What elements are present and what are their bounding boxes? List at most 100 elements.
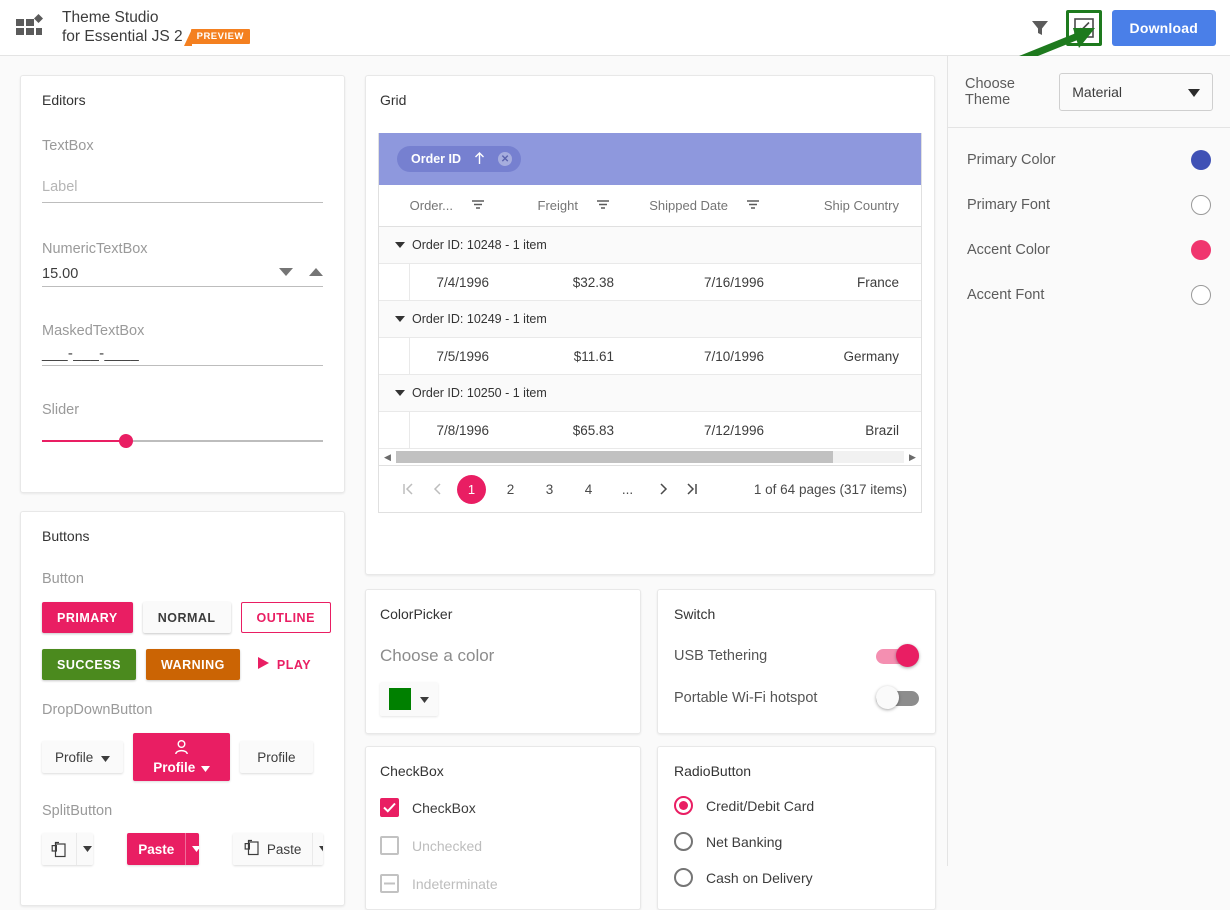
split-paste-accent-label[interactable]: Paste bbox=[127, 833, 186, 865]
profile-plain-button[interactable]: Profile bbox=[240, 741, 313, 773]
maskedtextbox-input[interactable]: ___-___-____ bbox=[42, 345, 323, 366]
switch-toggle[interactable] bbox=[876, 685, 919, 709]
scrollbar-thumb[interactable] bbox=[396, 451, 833, 463]
group-collapse-caret-down-icon[interactable] bbox=[395, 390, 405, 396]
grid-group-row[interactable]: Order ID: 10250 - 1 item bbox=[379, 375, 921, 412]
radio-unselected-icon[interactable] bbox=[674, 868, 693, 887]
switch-knob bbox=[896, 643, 919, 667]
pager-page[interactable]: 3 bbox=[535, 475, 564, 504]
radio-label: Cash on Delivery bbox=[706, 869, 813, 886]
switch-toggle[interactable] bbox=[876, 643, 919, 667]
profile-icon-dropdown-label: Profile bbox=[153, 760, 196, 775]
funnel-icon[interactable] bbox=[1020, 8, 1060, 48]
checkbox-row[interactable]: Indeterminate bbox=[380, 874, 626, 893]
pager-page[interactable]: 2 bbox=[496, 475, 525, 504]
grid-column-header[interactable]: Order... bbox=[379, 185, 497, 226]
theme-option-color-swatch[interactable] bbox=[1191, 194, 1211, 215]
theme-option-color-swatch[interactable] bbox=[1191, 239, 1211, 260]
table-cell: 7/16/1996 bbox=[703, 274, 764, 290]
radiobutton-title: RadioButton bbox=[674, 763, 752, 779]
split-paste-accent-caret-down-icon[interactable] bbox=[185, 833, 199, 865]
filter-icon[interactable] bbox=[742, 198, 764, 213]
last-page-icon[interactable] bbox=[677, 475, 706, 504]
split-paste-caret-down-icon[interactable] bbox=[76, 833, 94, 865]
colorpicker-button[interactable] bbox=[380, 682, 438, 716]
table-row[interactable]: 7/5/1996 $11.61 7/10/1996 Germany bbox=[379, 338, 921, 375]
grid-column-header[interactable]: Shipped Date bbox=[622, 185, 772, 226]
theme-select[interactable]: Material bbox=[1059, 72, 1213, 111]
numeric-decrement-caret-down-icon[interactable] bbox=[279, 264, 293, 282]
button-section-label: Button bbox=[42, 571, 84, 587]
outline-button[interactable]: OUTLINE bbox=[240, 602, 331, 633]
grid-container: Order ID ✕ Order... Freight Shipped Date Sh… bbox=[378, 133, 922, 513]
scroll-right-arrow-icon[interactable]: ▶ bbox=[904, 452, 921, 463]
next-page-icon[interactable] bbox=[648, 475, 677, 504]
paste-clipboard-icon[interactable] bbox=[42, 833, 76, 865]
group-collapse-caret-down-icon[interactable] bbox=[395, 316, 405, 322]
radio-selected-icon[interactable] bbox=[674, 796, 693, 815]
filter-icon[interactable] bbox=[467, 198, 489, 213]
switch-row: USB Tethering bbox=[674, 643, 919, 667]
grid-column-header[interactable]: Ship Country bbox=[772, 185, 907, 226]
grid-horizontal-scrollbar[interactable]: ◀ ▶ bbox=[379, 449, 921, 466]
grid-pager: 1 2 3 4... 1 of 64 pages (317 items) bbox=[379, 466, 921, 512]
table-row[interactable]: 7/4/1996 $32.38 7/16/1996 France bbox=[379, 264, 921, 301]
grid-group-drop-area[interactable]: Order ID ✕ bbox=[379, 133, 921, 185]
play-button[interactable]: PLAY bbox=[250, 649, 319, 680]
download-button[interactable]: Download bbox=[1111, 9, 1216, 46]
theme-option-color-swatch[interactable] bbox=[1191, 284, 1211, 305]
first-page-icon[interactable] bbox=[393, 475, 422, 504]
profile-dropdown-button[interactable]: Profile bbox=[42, 741, 124, 773]
profile-icon-dropdown-button[interactable]: Profile bbox=[133, 733, 231, 781]
split-paste-label: Paste bbox=[266, 841, 302, 857]
table-cell: France bbox=[856, 274, 899, 290]
theme-option-color-swatch[interactable] bbox=[1191, 149, 1211, 170]
radio-unselected-icon[interactable] bbox=[674, 832, 693, 851]
pager-page[interactable]: ... bbox=[613, 475, 642, 504]
edit-customize-icon[interactable] bbox=[1071, 15, 1097, 41]
group-chip-close-circle-icon[interactable]: ✕ bbox=[498, 152, 513, 166]
scroll-left-arrow-icon[interactable]: ◀ bbox=[379, 452, 396, 463]
table-cell: 7/8/1996 bbox=[436, 422, 489, 438]
indeterminate-dash-icon bbox=[380, 874, 399, 893]
radio-row[interactable]: Cash on Delivery bbox=[674, 868, 919, 887]
scrollbar-track[interactable] bbox=[396, 451, 904, 463]
main-stage: Editors TextBox Label NumericTextBox 15.… bbox=[0, 56, 1230, 910]
group-chip-order-id[interactable]: Order ID ✕ bbox=[397, 146, 522, 172]
theme-select-value: Material bbox=[1072, 83, 1123, 100]
radio-row[interactable]: Credit/Debit Card bbox=[674, 796, 919, 815]
grid-group-row[interactable]: Order ID: 10249 - 1 item bbox=[379, 301, 921, 338]
checkbox-row[interactable]: Unchecked bbox=[380, 836, 626, 855]
grid-group-row[interactable]: Order ID: 10248 - 1 item bbox=[379, 227, 921, 264]
checkbox-label: Unchecked bbox=[412, 837, 483, 854]
checkbox-row[interactable]: CheckBox bbox=[380, 798, 626, 817]
slider-track[interactable] bbox=[42, 434, 323, 448]
warning-button[interactable]: WARNING bbox=[145, 649, 240, 680]
split-paste-icon-label-button[interactable]: Paste bbox=[232, 833, 313, 865]
arrow-up-icon[interactable] bbox=[474, 151, 485, 167]
filter-icon[interactable] bbox=[592, 198, 614, 213]
group-collapse-caret-down-icon[interactable] bbox=[395, 242, 405, 248]
slider-fill bbox=[42, 440, 127, 442]
table-row[interactable]: 7/8/1996 $65.83 7/12/1996 Brazil bbox=[379, 412, 921, 449]
theme-option-label: Accent Color bbox=[967, 241, 1051, 258]
grid-column-label: Freight bbox=[537, 198, 578, 213]
group-indent bbox=[379, 412, 410, 448]
grid-column-header[interactable]: Freight bbox=[497, 185, 622, 226]
pager-page[interactable]: 4 bbox=[574, 475, 603, 504]
textbox-input[interactable]: Label bbox=[42, 179, 323, 203]
numeric-input[interactable]: 15.00 bbox=[42, 264, 323, 287]
colorpicker-caret-down-icon[interactable] bbox=[420, 690, 429, 708]
split-paste-icon-caret-down-icon[interactable] bbox=[312, 833, 323, 865]
radio-row[interactable]: Net Banking bbox=[674, 832, 919, 851]
check-icon bbox=[380, 798, 399, 817]
slider-thumb[interactable] bbox=[119, 434, 134, 448]
success-button[interactable]: SUCCESS bbox=[42, 649, 136, 680]
numeric-increment-caret-up-icon[interactable] bbox=[309, 264, 323, 282]
normal-button[interactable]: NORMAL bbox=[142, 602, 231, 633]
colorpicker-panel: ColorPicker Choose a color bbox=[365, 589, 641, 734]
primary-button[interactable]: PRIMARY bbox=[42, 602, 133, 633]
pager-page[interactable]: 1 bbox=[457, 474, 486, 504]
prev-page-icon[interactable] bbox=[422, 475, 451, 504]
maskedtextbox-value: ___-___-____ bbox=[42, 345, 140, 362]
